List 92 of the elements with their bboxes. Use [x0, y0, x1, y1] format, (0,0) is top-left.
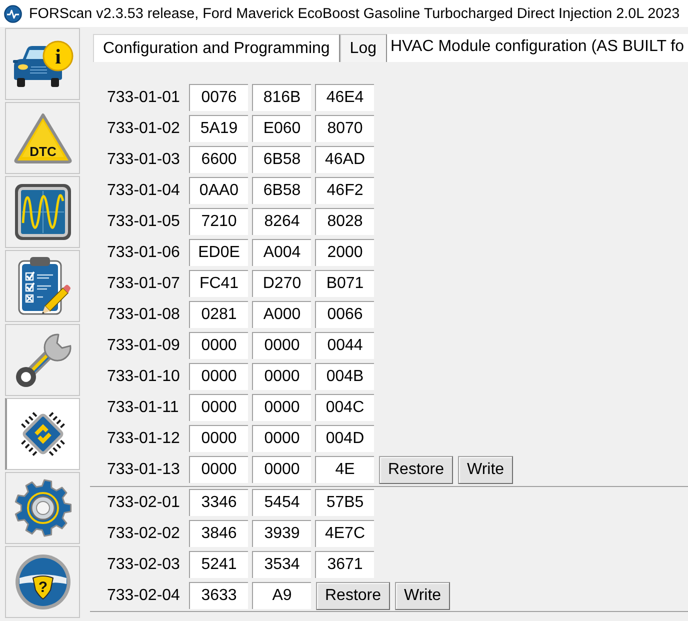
- question-mark: ?: [38, 579, 48, 596]
- sidebar-tool-button[interactable]: i: [5, 28, 80, 100]
- hex-value-field[interactable]: 5454: [252, 489, 311, 516]
- hex-value-field[interactable]: A000: [252, 301, 311, 328]
- module-title: HVAC Module configuration (AS BUILT fo: [386, 34, 688, 62]
- hex-value-field[interactable]: 0000: [189, 363, 248, 390]
- address-label: 733-01-03: [107, 150, 181, 170]
- hex-value-field[interactable]: 7210: [189, 208, 248, 235]
- hex-value-field[interactable]: 0044: [315, 332, 374, 359]
- hex-value-field[interactable]: 6B58: [252, 177, 311, 204]
- app-logo-icon: [4, 4, 22, 22]
- hex-value-field[interactable]: D270: [252, 270, 311, 297]
- restore-button[interactable]: Restore: [379, 456, 454, 484]
- hex-value-field[interactable]: A004: [252, 239, 311, 266]
- hex-value-field[interactable]: 004C: [315, 394, 374, 421]
- hex-value-field[interactable]: FC41: [189, 270, 248, 297]
- hex-value-field[interactable]: 004D: [315, 425, 374, 452]
- hex-value-field[interactable]: 3534: [252, 551, 311, 578]
- address-label: 733-01-10: [107, 367, 181, 387]
- hex-value-field[interactable]: 0066: [315, 301, 374, 328]
- hex-value-field[interactable]: B071: [315, 270, 374, 297]
- hex-value-field[interactable]: 3633: [189, 582, 248, 609]
- hex-value-field[interactable]: 3846: [189, 520, 248, 547]
- info-badge-icon: [42, 40, 73, 72]
- gear-icon: [12, 478, 72, 538]
- hex-value-field[interactable]: 004B: [315, 363, 374, 390]
- hex-value-field[interactable]: 0000: [252, 332, 311, 359]
- hex-value-field[interactable]: 4E7C: [315, 520, 374, 547]
- shield-icon: [32, 576, 53, 600]
- info-letter: i: [54, 44, 60, 68]
- hex-value-field[interactable]: 3346: [189, 489, 248, 516]
- warning-triangle-icon: [14, 114, 72, 164]
- address-label: 733-02-01: [107, 493, 181, 513]
- restore-button[interactable]: Restore: [316, 582, 390, 610]
- address-label: 733-02-03: [107, 555, 181, 575]
- address-label: 733-01-09: [107, 336, 181, 356]
- hex-value-field[interactable]: 816B: [252, 84, 311, 111]
- hex-value-field[interactable]: 0AA0: [189, 177, 248, 204]
- hex-value-field[interactable]: 5A19: [189, 115, 248, 142]
- tab[interactable]: Configuration and Programming: [93, 34, 340, 62]
- hex-value-field[interactable]: 5241: [189, 551, 248, 578]
- hex-value-field[interactable]: 46AD: [315, 146, 374, 173]
- address-label: 733-01-04: [107, 181, 181, 201]
- sidebar-tool-button[interactable]: [5, 250, 80, 322]
- dtc-label: DTC: [29, 144, 56, 159]
- hex-value-field[interactable]: 6B58: [252, 146, 311, 173]
- hex-value-field[interactable]: ED0E: [189, 239, 248, 266]
- sidebar-tool-button[interactable]: [5, 324, 80, 396]
- sidebar-tool-button[interactable]: [5, 398, 80, 470]
- hex-value-field[interactable]: 2000: [315, 239, 374, 266]
- sidebar-tool-button[interactable]: ?: [5, 546, 80, 618]
- hex-value-field[interactable]: 4E: [315, 456, 374, 483]
- address-label: 733-02-02: [107, 524, 181, 544]
- address-label: 733-01-11: [107, 398, 180, 418]
- hex-value-field[interactable]: 0000: [252, 425, 311, 452]
- oscilloscope-icon: [14, 183, 72, 241]
- hex-value-field[interactable]: 0000: [189, 456, 248, 483]
- address-label: 733-01-05: [107, 212, 181, 232]
- hex-value-field[interactable]: 0000: [189, 425, 248, 452]
- address-label: 733-01-06: [107, 243, 181, 263]
- sidebar-tool-button[interactable]: DTC: [5, 102, 80, 174]
- hex-value-field[interactable]: 8070: [315, 115, 374, 142]
- hex-value-field[interactable]: 3671: [315, 551, 374, 578]
- hex-value-field[interactable]: 0000: [189, 332, 248, 359]
- address-label: 733-02-04: [107, 586, 181, 606]
- window-title: FORScan v2.3.53 release, Ford Maverick EcoBoost Gasoline Turbocharged Direct Injection 2.0L 2023: [29, 6, 680, 22]
- wrench-icon: [14, 331, 72, 389]
- address-label: 733-01-02: [107, 119, 181, 139]
- hex-value-field[interactable]: 3939: [252, 520, 311, 547]
- hex-value-field[interactable]: A9: [252, 582, 311, 609]
- sidebar-tool-button[interactable]: [5, 176, 80, 248]
- hex-value-field[interactable]: E060: [252, 115, 311, 142]
- hex-value-field[interactable]: 0076: [189, 84, 248, 111]
- address-label: 733-01-13: [107, 460, 181, 480]
- hex-value-field[interactable]: 46F2: [315, 177, 374, 204]
- hex-value-field[interactable]: 6600: [189, 146, 248, 173]
- tab[interactable]: Log: [340, 34, 386, 62]
- hex-value-field[interactable]: 0281: [189, 301, 248, 328]
- address-label: 733-01-07: [107, 274, 181, 294]
- hex-value-field[interactable]: 8264: [252, 208, 311, 235]
- hex-value-field[interactable]: 0000: [189, 394, 248, 421]
- address-label: 733-01-01: [107, 88, 181, 108]
- address-label: 733-01-12: [107, 429, 181, 449]
- hex-value-field[interactable]: 0000: [252, 363, 311, 390]
- address-label: 733-01-08: [107, 305, 181, 325]
- write-button[interactable]: Write: [395, 582, 450, 610]
- hex-value-field[interactable]: 0000: [252, 394, 311, 421]
- hex-value-field[interactable]: 8028: [315, 208, 374, 235]
- hex-value-field[interactable]: 57B5: [315, 489, 374, 516]
- write-button[interactable]: Write: [458, 456, 514, 484]
- hex-value-field[interactable]: 46E4: [315, 84, 374, 111]
- hex-value-field[interactable]: 0000: [252, 456, 311, 483]
